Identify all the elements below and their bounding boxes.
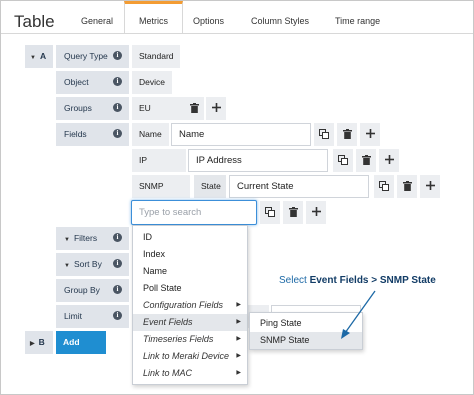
field-dropdown-menu: ID Index Name Poll State Configuration F… — [132, 225, 248, 385]
caret-right-icon: ▶ — [236, 370, 241, 376]
field-tag-snmp-state: SNMP State — [132, 175, 190, 214]
object-label-text: Object — [64, 77, 89, 87]
dropdown-item-link-to-meraki-device[interactable]: Link to Meraki Device ▶ — [133, 348, 247, 365]
tab-general[interactable]: General — [67, 1, 127, 34]
submenu-item-label: SNMP State — [260, 335, 310, 345]
field-alias-input-name[interactable]: Name — [171, 123, 311, 146]
tab-options[interactable]: Options — [179, 1, 238, 34]
field-alias-input-snmp-state[interactable]: Current State — [229, 175, 369, 198]
dropdown-item-label: Name — [143, 266, 168, 276]
add-query-button[interactable]: Add Query — [56, 331, 106, 370]
dropdown-item-poll-state[interactable]: Poll State — [133, 280, 247, 297]
field-alias-input-ip-address[interactable]: IP Address — [188, 149, 328, 172]
trash-icon[interactable] — [337, 123, 357, 146]
dropdown-item-label: Timeseries Fields — [143, 334, 214, 344]
info-icon[interactable]: i — [113, 233, 122, 242]
query-type-select[interactable]: Standard — [132, 45, 180, 68]
caret-right-icon: ▶ — [236, 302, 241, 308]
dropdown-item-event-fields[interactable]: Event Fields ▶ — [133, 314, 247, 331]
query-b-toggle[interactable]: ▶ B — [25, 331, 53, 354]
caret-right-icon: ▶ — [236, 353, 241, 359]
plus-icon[interactable] — [379, 149, 399, 172]
fields-label-text: Fields — [64, 129, 87, 139]
dropdown-item-timeseries-fields[interactable]: Timeseries Fields ▶ — [133, 331, 247, 348]
caret-right-icon: ▶ — [30, 341, 35, 347]
tab-time-range[interactable]: Time range — [321, 1, 394, 34]
annotation-text: Select Event Fields > SNMP State — [279, 275, 436, 286]
dropdown-item-label: Link to MAC — [143, 368, 193, 378]
plus-icon[interactable] — [206, 97, 226, 120]
plus-icon[interactable] — [420, 175, 440, 198]
field-search-input[interactable]: Type to search — [131, 200, 257, 225]
query-letter-a: A — [39, 51, 47, 61]
field-tag-ip-address: IP Address — [132, 149, 186, 188]
object-label: Object i — [56, 71, 129, 94]
limit-label: Limit i — [56, 305, 129, 328]
group-by-label: Group By i — [56, 279, 129, 302]
caret-down-icon: ▼ — [64, 237, 70, 243]
caret-right-icon: ▶ — [236, 319, 241, 325]
sort-by-label-text: Sort By — [73, 259, 102, 269]
dropdown-item-label: Poll State — [143, 283, 182, 293]
query-type-label: Query Type i — [56, 45, 129, 68]
info-icon[interactable]: i — [113, 311, 122, 320]
dropdown-item-index[interactable]: Index — [133, 246, 247, 263]
dropdown-item-name[interactable]: Name — [133, 263, 247, 280]
groups-label: Groups i — [56, 97, 129, 120]
plus-icon[interactable] — [306, 201, 326, 224]
annotation-prefix: Select — [279, 275, 310, 286]
trash-icon[interactable] — [356, 149, 376, 172]
dropdown-item-label: Configuration Fields — [143, 300, 224, 310]
copy-icon[interactable] — [333, 149, 353, 172]
caret-down-icon: ▼ — [30, 55, 36, 61]
panel-title: Table — [14, 12, 55, 31]
object-select[interactable]: Device — [132, 71, 172, 94]
trash-icon[interactable] — [397, 175, 417, 198]
sort-by-label[interactable]: ▼ Sort By i — [56, 253, 129, 276]
caret-down-icon: ▼ — [64, 263, 70, 269]
query-letter-b: B — [38, 337, 45, 347]
tab-divider — [1, 33, 473, 34]
dropdown-item-id[interactable]: ID — [133, 229, 247, 246]
submenu-item-label: Ping State — [260, 318, 302, 328]
copy-icon[interactable] — [374, 175, 394, 198]
info-icon[interactable]: i — [113, 103, 122, 112]
dropdown-item-link-to-mac[interactable]: Link to MAC ▶ — [133, 365, 247, 382]
dropdown-item-configuration-fields[interactable]: Configuration Fields ▶ — [133, 297, 247, 314]
caret-right-icon: ▶ — [236, 336, 241, 342]
info-icon[interactable]: i — [113, 129, 122, 138]
info-icon[interactable]: i — [113, 285, 122, 294]
groups-label-text: Groups — [64, 103, 92, 113]
dropdown-item-label: Event Fields — [143, 317, 193, 327]
filters-label-text: Filters — [73, 233, 98, 243]
tab-column-styles[interactable]: Column Styles — [237, 1, 323, 34]
fields-label: Fields i — [56, 123, 129, 146]
info-icon[interactable]: i — [113, 77, 122, 86]
group-by-label-text: Group By — [64, 285, 100, 295]
dropdown-item-label: Index — [143, 249, 166, 259]
dropdown-item-label: Link to Meraki Device — [143, 351, 230, 361]
copy-icon[interactable] — [314, 123, 334, 146]
limit-label-text: Limit — [64, 311, 82, 321]
panel-editor: Table General Metrics Options Column Sty… — [0, 0, 474, 395]
trash-icon[interactable] — [184, 97, 204, 120]
info-icon[interactable]: i — [113, 259, 122, 268]
plus-icon[interactable] — [360, 123, 380, 146]
query-type-label-text: Query Type — [64, 51, 108, 61]
info-icon[interactable]: i — [113, 51, 122, 60]
annotation-arrow — [341, 290, 376, 339]
field-subtag-state: State — [194, 175, 226, 198]
filters-label[interactable]: ▼ Filters i — [56, 227, 129, 250]
field-tag-name: Name — [132, 123, 169, 146]
trash-icon[interactable] — [283, 201, 303, 224]
groups-value[interactable]: EU Routers — [132, 97, 184, 136]
annotation-bold: Event Fields > SNMP State — [309, 275, 436, 286]
tab-metrics[interactable]: Metrics — [124, 1, 183, 34]
query-a-toggle[interactable]: ▼ A — [25, 45, 53, 68]
copy-icon[interactable] — [260, 201, 280, 224]
dropdown-item-label: ID — [143, 232, 152, 242]
